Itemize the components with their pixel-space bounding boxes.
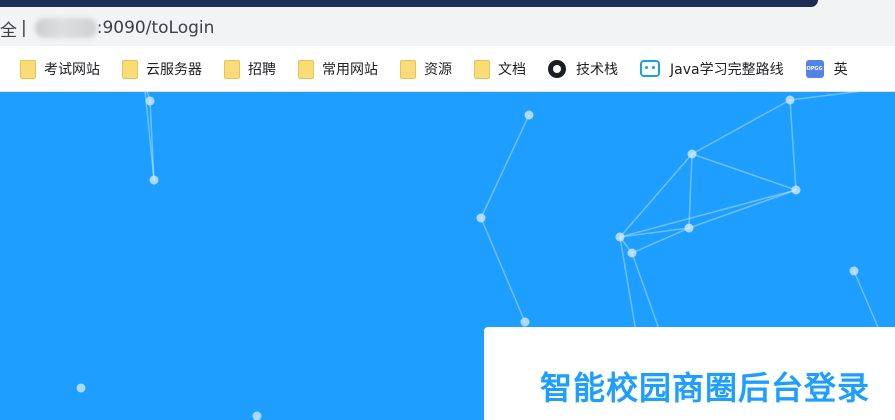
bookmark-label: 技术栈 bbox=[576, 61, 618, 78]
security-label[interactable]: 全 bbox=[0, 16, 17, 41]
folder-icon bbox=[400, 60, 416, 79]
url-text[interactable]: :9090/toLogin bbox=[97, 18, 215, 38]
bookmark-label: 资源 bbox=[424, 61, 452, 78]
bookmark-cloud-server[interactable]: 云服务器 bbox=[122, 59, 202, 79]
bookmark-label: 英 bbox=[833, 61, 848, 78]
bookmark-label: 常用网站 bbox=[322, 61, 378, 78]
redacted-host bbox=[34, 18, 97, 38]
bookmark-resources[interactable]: 资源 bbox=[400, 59, 452, 79]
folder-icon bbox=[298, 60, 314, 79]
bilibili-icon bbox=[640, 60, 660, 77]
login-page-background: 智能校园商圈后台登录 bbox=[0, 92, 895, 420]
active-tab-edge[interactable] bbox=[0, 0, 818, 7]
folder-icon bbox=[122, 60, 138, 79]
bookmark-common-sites[interactable]: 常用网站 bbox=[298, 59, 378, 79]
bookmark-jobs[interactable]: 招聘 bbox=[224, 59, 276, 79]
login-title: 智能校园商圈后台登录 bbox=[540, 369, 871, 407]
bookmark-opgg[interactable]: OPGG 英 bbox=[805, 59, 848, 79]
login-card: 智能校园商圈后台登录 bbox=[484, 327, 895, 420]
folder-icon bbox=[224, 60, 240, 79]
window-top-strip bbox=[0, 0, 895, 10]
bookmark-java-roadmap[interactable]: Java学习完整路线 bbox=[640, 59, 784, 79]
address-bar[interactable]: 全 | :9090/toLogin bbox=[0, 10, 895, 46]
bookmark-tech-stack[interactable]: 技术栈 bbox=[548, 59, 618, 79]
opgg-icon: OPGG bbox=[805, 59, 824, 78]
bookmark-exam-sites[interactable]: 考试网站 bbox=[20, 59, 100, 79]
bookmark-docs[interactable]: 文档 bbox=[474, 59, 526, 79]
bookmark-label: 考试网站 bbox=[44, 61, 100, 78]
bookmark-label: 文档 bbox=[498, 61, 526, 78]
address-separator: | bbox=[21, 18, 27, 38]
folder-icon bbox=[20, 60, 36, 79]
bookmark-label: 招聘 bbox=[248, 61, 276, 78]
folder-icon bbox=[474, 60, 490, 79]
github-icon bbox=[548, 59, 566, 78]
bookmark-label: Java学习完整路线 bbox=[670, 61, 784, 78]
bookmark-label: 云服务器 bbox=[146, 61, 202, 78]
bookmarks-bar: 考试网站 云服务器 招聘 常用网站 资源 文档 技术栈 Java学习完整路线 O… bbox=[0, 46, 895, 92]
